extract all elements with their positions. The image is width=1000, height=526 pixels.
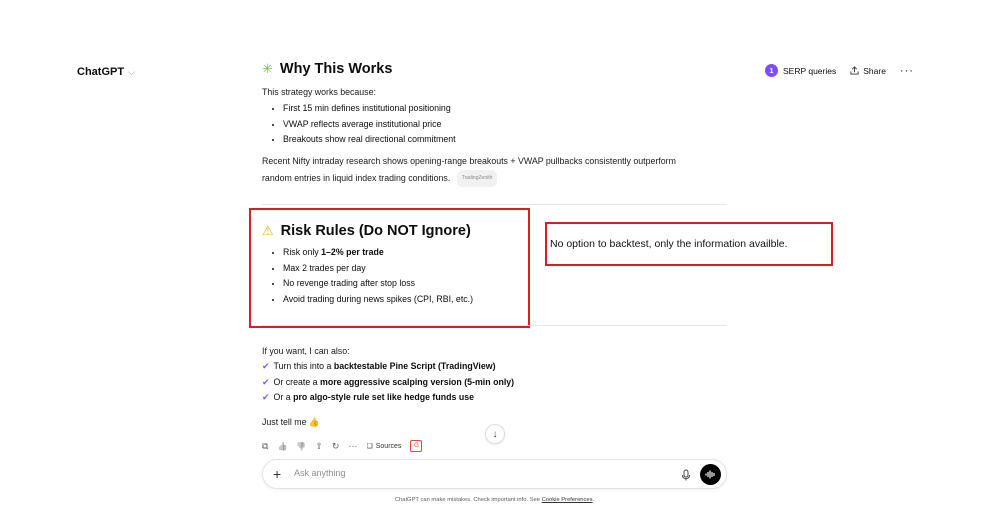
warning-icon: ⚠ xyxy=(262,223,274,238)
list-item: No revenge trading after stop loss xyxy=(283,276,473,292)
arrow-down-icon: ↓ xyxy=(492,428,498,440)
header-actions: 1 SERP queries Share ··· xyxy=(765,64,914,77)
composer: + xyxy=(262,459,727,489)
why-title: Why This Works xyxy=(279,61,393,77)
message-actions: ⧉ 👍 👎 ⇧ ↻ ··· ❏ Sources G xyxy=(262,440,423,452)
followup-bold: pro algo-style rule set like hedge funds… xyxy=(293,392,474,402)
list-item: VWAP reflects average institutional pric… xyxy=(283,117,456,133)
list-item: First 15 min defines institutional posit… xyxy=(283,101,456,117)
followup-bold: backtestable Pine Script (TradingView) xyxy=(333,361,496,371)
divider xyxy=(262,325,727,326)
sources-button[interactable]: ❏ Sources xyxy=(366,442,402,451)
voice-mode-button[interactable] xyxy=(700,464,721,485)
risk-bullet-list: Risk only 1–2% per trade Max 2 trades pe… xyxy=(262,245,473,307)
closing-text: Just tell me 👍 xyxy=(262,417,320,427)
risk-heading: ⚠ Risk Rules (Do NOT Ignore) xyxy=(262,223,471,239)
chevron-down-icon: ⌵ xyxy=(128,66,135,77)
list-item: Avoid trading during news spikes (CPI, R… xyxy=(283,292,473,308)
checkmark-icon: ✔ xyxy=(262,361,270,371)
risk-title: Risk Rules (Do NOT Ignore) xyxy=(280,223,471,239)
list-item: ✔ Or create a more aggressive scalping v… xyxy=(262,375,514,391)
sources-icon: ❏ xyxy=(366,443,373,450)
sparkle-icon: ✳ xyxy=(262,61,273,76)
sources-label: Sources xyxy=(375,442,402,450)
regenerate-icon[interactable]: ↻ xyxy=(332,441,340,452)
cookie-preferences-link[interactable]: Cookie Preferences xyxy=(542,497,593,503)
disclaimer-period: . xyxy=(592,497,595,503)
share-label: Share xyxy=(863,65,886,76)
thumbs-down-icon[interactable]: 👎 xyxy=(296,442,306,451)
scroll-down-button[interactable]: ↓ xyxy=(485,424,505,444)
annotation-note-box: No option to backtest, only the informat… xyxy=(545,222,833,266)
checkmark-icon: ✔ xyxy=(262,376,270,387)
model-name: ChatGPT xyxy=(77,66,125,78)
risk-bullet-prefix: Risk only xyxy=(283,247,322,257)
thumbs-up-icon[interactable]: 👍 xyxy=(277,442,287,451)
followup-list: ✔ Turn this into a backtestable Pine Scr… xyxy=(262,359,514,406)
serp-count-badge: 1 xyxy=(765,64,778,77)
followup-intro: If you want, I can also: xyxy=(262,346,350,356)
share-icon xyxy=(850,66,859,75)
list-item: ✔ Turn this into a backtestable Pine Scr… xyxy=(262,359,514,375)
why-heading: ✳ Why This Works xyxy=(262,61,392,77)
serp-queries-button[interactable]: 1 SERP queries xyxy=(765,64,836,77)
followup-text: Or a xyxy=(273,392,294,402)
divider xyxy=(262,204,727,205)
serp-queries-label: SERP queries xyxy=(783,65,837,76)
research-paragraph: Recent Nifty intraday research shows ope… xyxy=(262,154,732,187)
why-intro: This strategy works because: xyxy=(262,87,376,97)
list-item: Risk only 1–2% per trade xyxy=(283,245,473,261)
waveform-icon xyxy=(705,470,715,479)
list-item: ✔ Or a pro algo-style rule set like hedg… xyxy=(262,390,514,406)
plus-icon[interactable]: + xyxy=(273,466,281,482)
prompt-input[interactable] xyxy=(294,468,654,478)
list-item: Max 2 trades per day xyxy=(283,261,473,277)
research-line-2: random entries in liquid index trading c… xyxy=(262,172,451,183)
followup-text: Or create a xyxy=(273,376,320,387)
search-source-icon[interactable]: G xyxy=(410,440,423,452)
followup-text: Turn this into a xyxy=(273,361,334,371)
disclaimer-text: ChatGPT can make mistakes. Check importa… xyxy=(394,497,542,503)
model-switcher[interactable]: ChatGPT ⌵ xyxy=(77,66,135,78)
why-bullet-list: First 15 min defines institutional posit… xyxy=(262,101,456,148)
share-icon[interactable]: ⇧ xyxy=(315,441,323,452)
list-item: Breakouts show real directional commitme… xyxy=(283,132,456,148)
more-options-button[interactable]: ··· xyxy=(900,65,914,77)
microphone-icon[interactable] xyxy=(679,468,693,482)
more-icon[interactable]: ··· xyxy=(348,441,357,451)
risk-bullet-bold: 1–2% per trade xyxy=(321,247,384,257)
disclaimer: ChatGPT can make mistakes. Check importa… xyxy=(262,497,727,503)
research-line-1: Recent Nifty intraday research shows ope… xyxy=(262,156,676,166)
checkmark-icon: ✔ xyxy=(262,392,270,402)
citation-chip[interactable]: TradingZenith xyxy=(456,169,498,187)
followup-bold: more aggressive scalping version (5-min … xyxy=(320,376,515,387)
copy-icon[interactable]: ⧉ xyxy=(262,441,268,452)
annotation-note: No option to backtest, only the informat… xyxy=(550,238,788,250)
share-button[interactable]: Share xyxy=(850,66,886,76)
